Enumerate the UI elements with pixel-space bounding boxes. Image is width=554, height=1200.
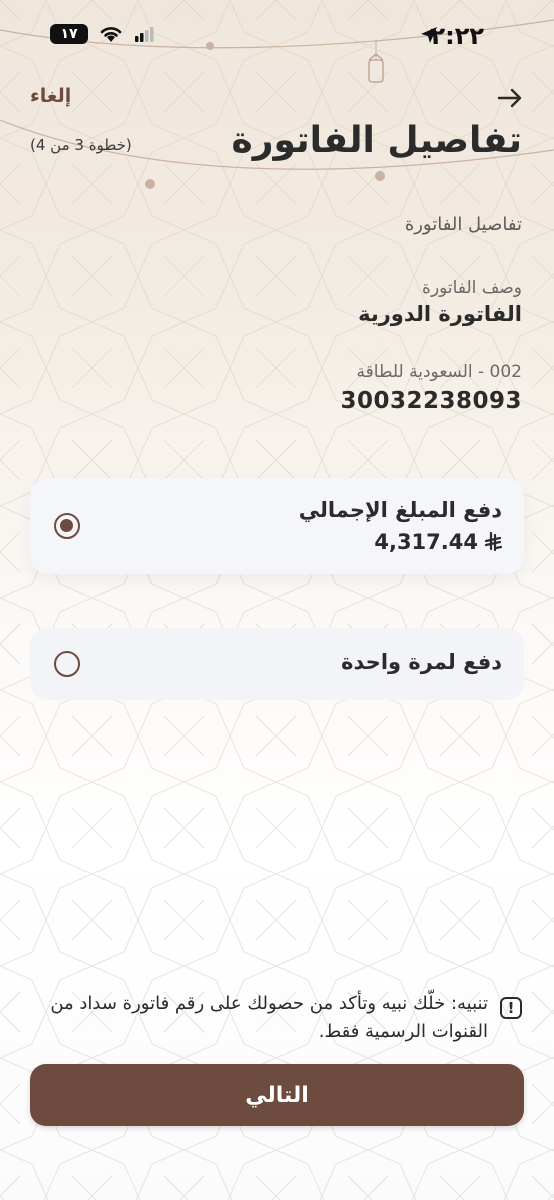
warning-icon: !	[500, 997, 522, 1019]
status-bar-left: ١٧	[50, 24, 154, 44]
total-amount: 4,317.44	[374, 530, 502, 554]
option-pay-total[interactable]: دفع المبلغ الإجمالي 4,317.44	[30, 478, 524, 574]
step-indicator: (خطوة 3 من 4)	[30, 136, 132, 154]
option-pay-total-label: دفع المبلغ الإجمالي	[298, 498, 502, 522]
cellular-signal-icon	[135, 27, 154, 42]
bill-description-label: وصف الفاتورة	[422, 278, 522, 298]
account-number: 30032238093	[340, 388, 522, 414]
cancel-button[interactable]: إلغاء	[30, 85, 71, 107]
wifi-icon	[100, 27, 122, 42]
amount-value: 4,317.44	[374, 530, 478, 554]
warning-text: تنبيه: خلّك نبيه وتأكد من حصولك على رقم …	[50, 993, 488, 1042]
status-time: ٢:٢٢	[430, 22, 484, 50]
next-button[interactable]: التالي	[30, 1064, 524, 1126]
battery-level: ١٧	[60, 26, 78, 42]
riyal-currency-icon	[484, 532, 502, 552]
back-arrow-icon[interactable]	[496, 84, 524, 112]
section-label: تفاصيل الفاتورة	[404, 214, 522, 235]
biller-label: 002 - السعودية للطاقة	[356, 362, 522, 382]
radio-unselected-icon[interactable]	[54, 651, 80, 677]
option-pay-once[interactable]: دفع لمرة واحدة	[30, 628, 524, 700]
battery-icon: ١٧	[50, 24, 88, 44]
page-title: تفاصيل الفاتورة	[231, 120, 522, 161]
option-pay-once-label: دفع لمرة واحدة	[341, 650, 502, 674]
radio-selected-icon[interactable]	[54, 513, 80, 539]
bill-description-value: الفاتورة الدورية	[358, 302, 522, 326]
